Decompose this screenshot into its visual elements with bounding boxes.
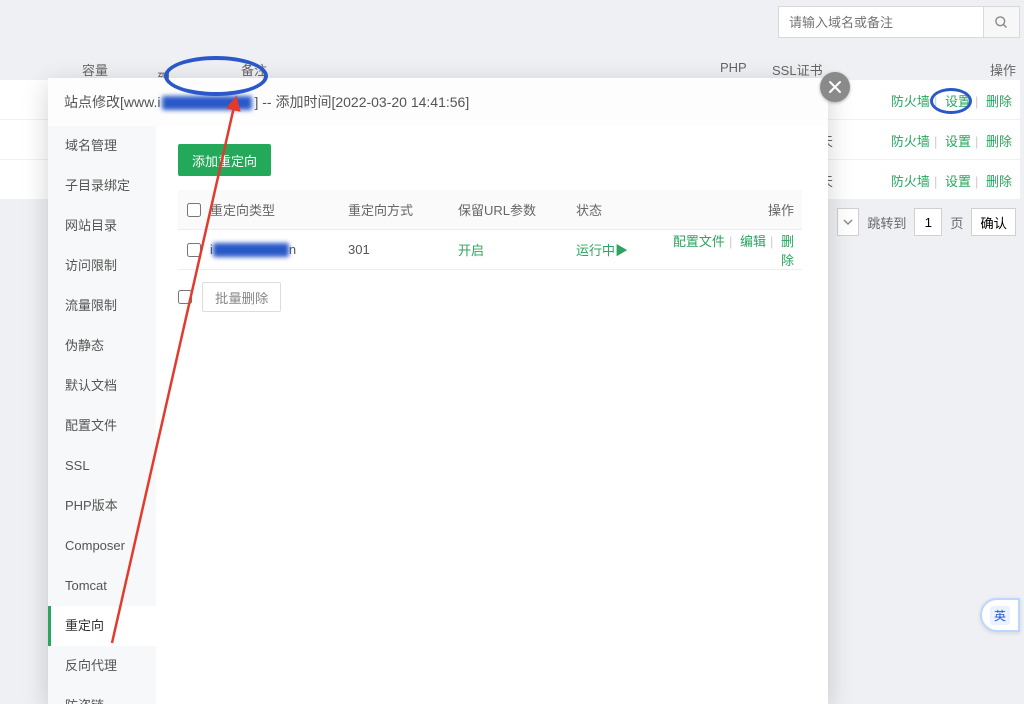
col-keep-url: 保留URL参数 [458, 200, 576, 219]
firewall-link[interactable]: 防火墙 [891, 174, 930, 189]
firewall-link[interactable]: 防火墙 [891, 94, 930, 109]
col-action: 操作 [990, 60, 1016, 79]
pager-confirm-button[interactable]: 确认 [971, 208, 1016, 236]
batch-delete-button[interactable]: 批量删除 [202, 282, 281, 312]
row-keep: 开启 [458, 240, 576, 259]
delete-link[interactable]: 删除 [986, 94, 1012, 109]
redirect-table-header: 重定向类型 重定向方式 保留URL参数 状态 操作 [178, 190, 802, 230]
ime-label: 英 [990, 606, 1010, 625]
row-status: 运行中▶ [576, 240, 672, 259]
redirect-panel: 添加重定向 重定向类型 重定向方式 保留URL参数 状态 操作 in 301 [156, 126, 828, 704]
redacted-domain [162, 96, 252, 110]
row-mode: 301 [348, 242, 458, 257]
redacted-domain [213, 243, 289, 257]
close-icon [828, 80, 842, 94]
modal-title-prefix: 站点修改[www.i [64, 94, 160, 110]
pager-page-suffix: 页 [950, 213, 963, 232]
delete-link[interactable]: 删除 [986, 134, 1012, 149]
firewall-link[interactable]: 防火墙 [891, 134, 930, 149]
sidebar-item-domain[interactable]: 域名管理 [48, 126, 156, 166]
play-icon: ▶ [615, 243, 628, 258]
redirect-table: 重定向类型 重定向方式 保留URL参数 状态 操作 in 301 开启 运行中▶ [178, 190, 802, 270]
settings-link[interactable]: 设置 [945, 174, 971, 189]
row-checkbox[interactable] [187, 243, 201, 257]
edit-link[interactable]: 编辑 [740, 234, 766, 249]
chevron-down-icon [843, 217, 853, 227]
search-icon [994, 15, 1009, 30]
sidebar-item-default[interactable]: 默认文档 [48, 366, 156, 406]
site-row-actions: 防火墙| 设置| 删除 [891, 171, 1012, 190]
search-bar [778, 6, 1020, 38]
col-ssl: SSL证书 [772, 60, 823, 79]
site-modify-modal: 站点修改[www.i ] -- 添加时间[2022-03-20 14:41:56]… [48, 78, 828, 704]
col-status: 状态 [576, 200, 672, 219]
row-status-text: 运行中 [576, 243, 615, 258]
modal-title: 站点修改[www.i ] -- 添加时间[2022-03-20 14:41:56] [48, 78, 828, 126]
site-row-actions: 防火墙| 设置| 删除 [891, 91, 1012, 110]
search-button[interactable] [984, 6, 1020, 38]
settings-link[interactable]: 设置 [945, 94, 971, 109]
col-row-action: 操作 [672, 200, 802, 219]
col-redirect-type: 重定向类型 [210, 200, 348, 219]
row-actions: 配置文件| 编辑| 删除 [672, 231, 802, 269]
row-type-suffix: n [289, 242, 296, 257]
settings-link[interactable]: 设置 [945, 134, 971, 149]
ime-indicator[interactable]: 英 [980, 598, 1020, 632]
sidebar-item-subdir[interactable]: 子目录绑定 [48, 166, 156, 206]
pagination: 跳转到 页 确认 [837, 208, 1016, 236]
batch-checkbox[interactable] [178, 290, 192, 304]
config-link[interactable]: 配置文件 [673, 234, 725, 249]
col-redirect-mode: 重定向方式 [348, 200, 458, 219]
redirect-row: in 301 开启 运行中▶ 配置文件| 编辑| 删除 [178, 230, 802, 270]
sidebar-item-proxy[interactable]: 反向代理 [48, 646, 156, 686]
delete-link[interactable]: 删除 [781, 234, 794, 268]
sidebar-item-composer[interactable]: Composer [48, 526, 156, 566]
sidebar-item-ssl[interactable]: SSL [48, 446, 156, 486]
row-type: in [210, 242, 348, 258]
col-capacity: 容量 [82, 60, 108, 79]
page-number-input[interactable] [914, 208, 942, 236]
sidebar-item-config[interactable]: 配置文件 [48, 406, 156, 446]
site-row-actions: 防火墙| 设置| 删除 [891, 131, 1012, 150]
sidebar-item-access[interactable]: 访问限制 [48, 246, 156, 286]
sidebar-item-redirect[interactable]: 重定向 [48, 606, 156, 646]
modal-sidebar: 域名管理 子目录绑定 网站目录 访问限制 流量限制 伪静态 默认文档 配置文件 … [48, 126, 156, 704]
pager-jump-label: 跳转到 [867, 213, 906, 232]
delete-link[interactable]: 删除 [986, 174, 1012, 189]
sidebar-item-traffic[interactable]: 流量限制 [48, 286, 156, 326]
sidebar-item-phpver[interactable]: PHP版本 [48, 486, 156, 526]
page-root: 容量 到期时间 ▾ 备注 PHP SSL证书 操作 防火墙| 设置| 删除 天 … [0, 0, 1024, 704]
page-size-select[interactable] [837, 208, 859, 236]
search-input[interactable] [778, 6, 984, 38]
col-note: 备注 [241, 60, 267, 79]
sidebar-item-pseudo[interactable]: 伪静态 [48, 326, 156, 366]
modal-title-suffix: ] -- 添加时间[2022-03-20 14:41:56] [254, 94, 469, 110]
close-button[interactable] [820, 72, 850, 102]
sidebar-item-tomcat[interactable]: Tomcat [48, 566, 156, 606]
batch-row: 批量删除 [178, 282, 806, 312]
col-php: PHP [720, 60, 747, 75]
add-redirect-button[interactable]: 添加重定向 [178, 144, 271, 176]
sidebar-item-webdir[interactable]: 网站目录 [48, 206, 156, 246]
select-all-checkbox[interactable] [187, 203, 201, 217]
sidebar-item-hotlink[interactable]: 防盗链 [48, 686, 156, 704]
